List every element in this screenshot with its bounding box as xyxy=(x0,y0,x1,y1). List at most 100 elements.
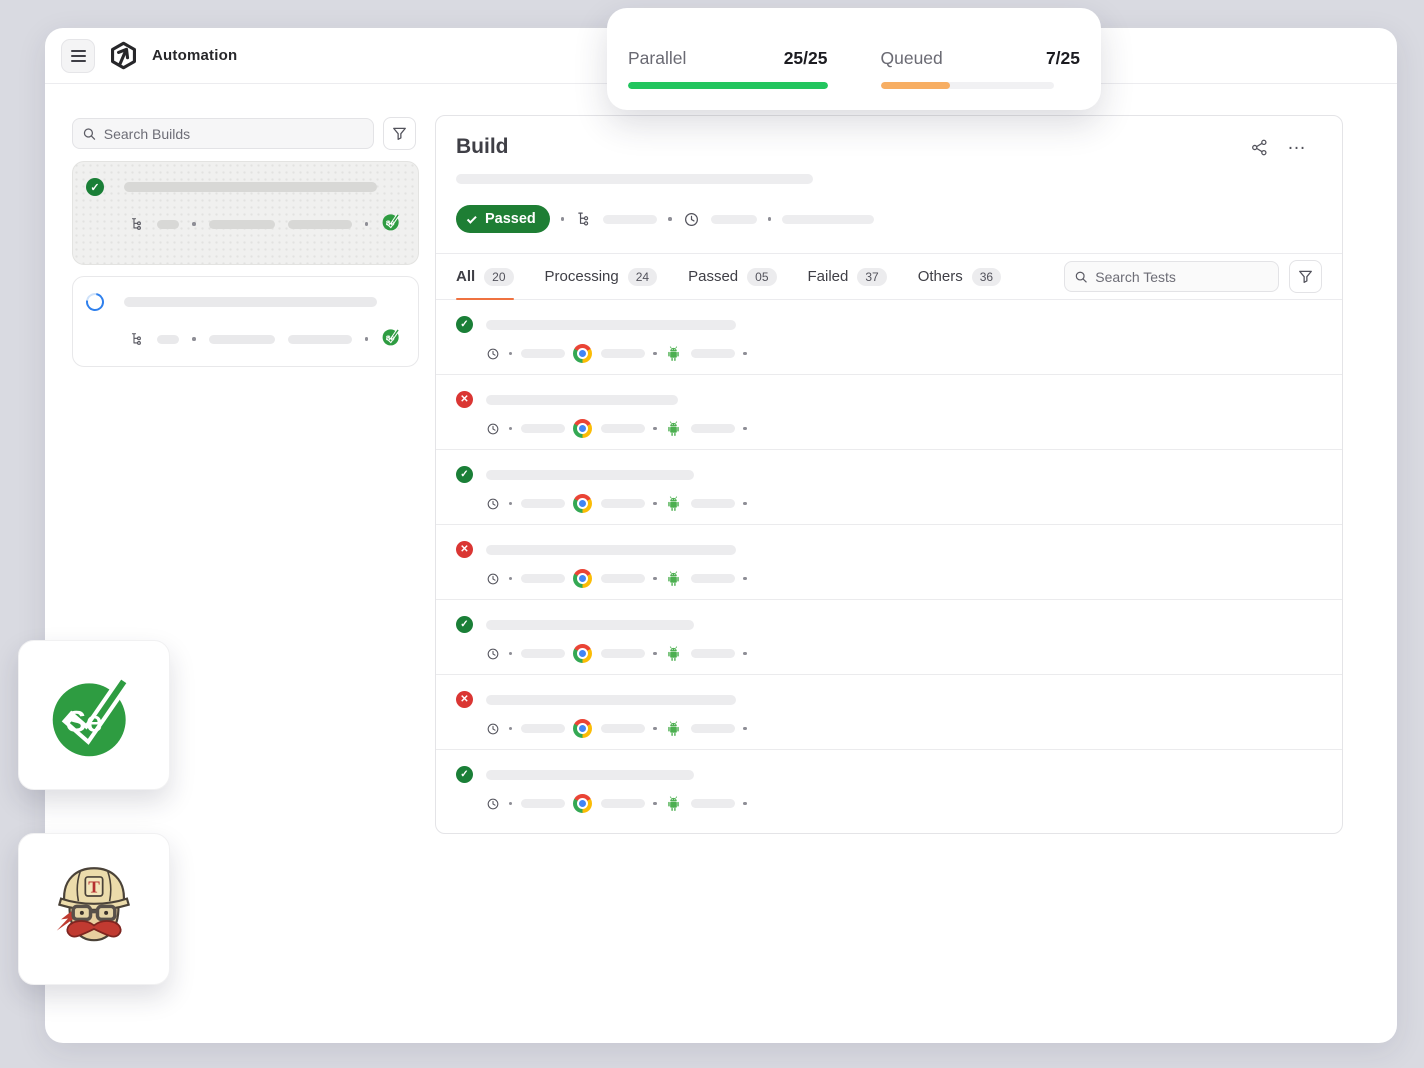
test-status-icon: ✓ xyxy=(456,616,473,633)
chrome-browser-icon xyxy=(573,644,592,663)
android-icon xyxy=(665,645,682,663)
test-row[interactable]: ✕ xyxy=(436,675,1342,750)
queued-label: Queued xyxy=(881,48,943,69)
test-row[interactable]: ✕ xyxy=(436,375,1342,450)
test-title-skeleton xyxy=(486,620,694,630)
clock-icon xyxy=(486,647,500,661)
filter-tests-button[interactable] xyxy=(1289,260,1322,293)
test-title-skeleton xyxy=(486,470,694,480)
selenium-logo-icon: Se xyxy=(46,667,142,763)
tests-toolbar: All20 Processing24 Passed05 Failed37 Oth… xyxy=(436,253,1342,300)
test-row[interactable]: ✓ xyxy=(436,450,1342,525)
selenium-badge-icon: Se xyxy=(381,326,402,352)
tab-failed[interactable]: Failed37 xyxy=(808,254,887,299)
menu-button[interactable] xyxy=(61,39,95,73)
clock-icon xyxy=(486,797,500,811)
test-status-icon: ✕ xyxy=(456,691,473,708)
test-title-skeleton xyxy=(486,395,678,405)
selenium-logo-card: Se xyxy=(18,640,170,790)
test-list: ✓ xyxy=(436,300,1342,825)
test-status-icon: ✕ xyxy=(456,541,473,558)
parallel-value: 25/25 xyxy=(784,48,828,69)
test-row[interactable]: ✓ xyxy=(436,300,1342,375)
build-status-icon xyxy=(82,289,107,314)
parallel-progress xyxy=(628,82,828,89)
branch-icon xyxy=(129,216,144,233)
app-window: Automation xyxy=(45,28,1397,1043)
build-panel: Build … Passe xyxy=(435,115,1343,834)
clock-icon xyxy=(683,211,700,228)
travis-ci-mascot: T xyxy=(42,857,146,961)
clock-icon xyxy=(486,572,500,586)
selenium-badge-icon: Se xyxy=(381,211,402,237)
search-tests-input[interactable] xyxy=(1095,269,1269,285)
svg-text:Se: Se xyxy=(386,334,395,343)
parallel-metric: Parallel 25/25 xyxy=(628,48,828,110)
build-panel-title: Build xyxy=(456,135,509,159)
tab-processing[interactable]: Processing24 xyxy=(545,254,658,299)
build-title-skeleton xyxy=(124,297,377,307)
builds-sidebar: Se xyxy=(72,117,416,367)
chrome-browser-icon xyxy=(573,344,592,363)
android-icon xyxy=(665,720,682,738)
test-title-skeleton xyxy=(486,545,736,555)
build-status-icon xyxy=(86,178,104,196)
filter-builds-button[interactable] xyxy=(383,117,416,150)
android-icon xyxy=(665,495,682,513)
build-card[interactable]: Se xyxy=(72,161,419,265)
branch-icon xyxy=(129,331,144,348)
search-icon xyxy=(1074,269,1088,285)
share-button[interactable] xyxy=(1250,138,1269,157)
parallel-label: Parallel xyxy=(628,48,686,69)
test-row[interactable]: ✕ xyxy=(436,525,1342,600)
search-icon xyxy=(82,126,97,142)
test-status-icon: ✕ xyxy=(456,391,473,408)
test-status-icon: ✓ xyxy=(456,766,473,783)
hamburger-icon xyxy=(71,50,86,62)
clock-icon xyxy=(486,347,500,361)
tests-tabs: All20 Processing24 Passed05 Failed37 Oth… xyxy=(456,254,1001,299)
chrome-browser-icon xyxy=(573,494,592,513)
test-row[interactable]: ✓ xyxy=(436,750,1342,825)
clock-icon xyxy=(486,422,500,436)
branch-icon xyxy=(575,211,592,228)
chrome-browser-icon xyxy=(573,719,592,738)
chrome-browser-icon xyxy=(573,794,592,813)
filter-icon xyxy=(1297,268,1314,285)
filter-icon xyxy=(391,125,408,142)
svg-text:Se: Se xyxy=(66,705,102,738)
clock-icon xyxy=(486,497,500,511)
travis-ci-logo-card: T xyxy=(18,833,170,985)
build-title-skeleton xyxy=(124,182,377,192)
chrome-browser-icon xyxy=(573,569,592,588)
test-status-icon: ✓ xyxy=(456,466,473,483)
android-icon xyxy=(665,795,682,813)
queued-metric: Queued 7/25 xyxy=(881,48,1081,110)
svg-text:Se: Se xyxy=(386,219,395,228)
test-title-skeleton xyxy=(486,695,736,705)
test-title-skeleton xyxy=(486,320,736,330)
tab-others[interactable]: Others36 xyxy=(918,254,1001,299)
concurrency-card: Parallel 25/25 Queued 7/25 xyxy=(607,8,1101,110)
test-row[interactable]: ✓ xyxy=(436,600,1342,675)
search-builds-box xyxy=(72,118,374,149)
check-icon xyxy=(467,213,477,223)
build-subtitle-skeleton xyxy=(456,174,813,184)
tab-all[interactable]: All20 xyxy=(456,254,514,299)
search-builds-input[interactable] xyxy=(104,126,364,142)
share-icon xyxy=(1250,138,1269,157)
chrome-browser-icon xyxy=(573,419,592,438)
status-badge: Passed xyxy=(456,205,550,233)
android-icon xyxy=(665,570,682,588)
test-title-skeleton xyxy=(486,770,694,780)
more-options-button[interactable]: … xyxy=(1287,139,1308,156)
page-title: Automation xyxy=(152,47,237,64)
search-tests-box xyxy=(1064,261,1279,292)
android-icon xyxy=(665,420,682,438)
tab-passed[interactable]: Passed05 xyxy=(688,254,776,299)
clock-icon xyxy=(486,722,500,736)
svg-text:T: T xyxy=(88,878,100,897)
android-icon xyxy=(665,345,682,363)
automation-logo-icon xyxy=(108,40,139,71)
build-card[interactable]: Se xyxy=(72,276,419,367)
